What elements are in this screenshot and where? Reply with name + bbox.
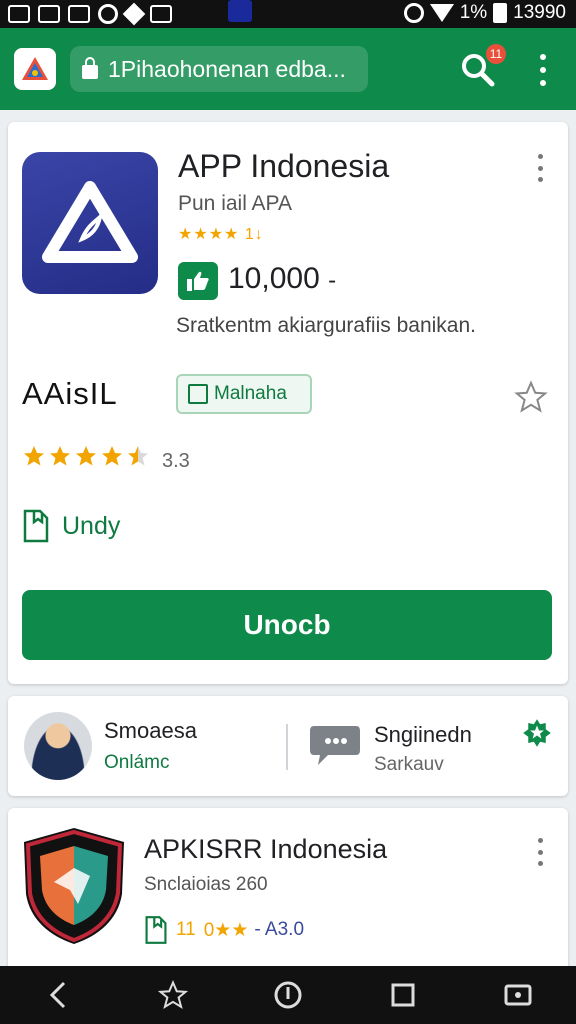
verified-badge-icon — [522, 718, 552, 753]
notification-badge: 11 — [486, 44, 506, 64]
notification-icon — [68, 5, 90, 23]
wishlist-button[interactable] — [514, 380, 548, 419]
back-icon — [49, 981, 65, 1009]
star-icon — [24, 446, 44, 466]
screen-button[interactable] — [498, 975, 538, 1015]
creator-name: Smoaesa — [104, 718, 197, 743]
app-menu-icon[interactable] — [534, 838, 546, 866]
notification-icons — [8, 2, 172, 26]
star-icon — [76, 446, 96, 466]
status-bar: 1% 13990 — [0, 0, 576, 28]
app-menu-icon[interactable] — [534, 154, 546, 182]
recents-icon — [391, 983, 415, 1007]
navigation-bar — [0, 966, 576, 1024]
mini-rating: ★★★★ 1↓ — [178, 226, 264, 243]
battery-percent: 1% — [459, 2, 488, 23]
star-outline-icon — [514, 380, 548, 413]
section-label: AAisIL — [22, 376, 118, 411]
thumbs-up-icon — [178, 262, 218, 300]
divider — [286, 724, 288, 770]
chat-icon[interactable] — [308, 722, 362, 768]
app-icon[interactable] — [22, 152, 158, 294]
back-button[interactable] — [38, 975, 78, 1015]
creator-status[interactable]: Onlámc — [104, 752, 169, 774]
star-icon — [102, 446, 122, 466]
rating-value: 3.3 — [162, 450, 190, 472]
app-title: APKISRR Indonesia — [144, 834, 388, 864]
info-card: Smoaesa Onlámc Sngiinedn Sarkauv — [8, 696, 568, 796]
app-notification-icon — [228, 0, 252, 22]
stars: 0★★ — [203, 919, 249, 941]
notification-icon — [122, 2, 146, 26]
install-button[interactable]: Unocb — [22, 590, 552, 660]
app-description: Sratkentm akiargurafiis banikan. — [176, 314, 476, 337]
lock-icon — [82, 57, 98, 79]
star-icon — [50, 446, 70, 466]
document-icon — [145, 916, 167, 944]
browser-menu-icon[interactable] — [536, 54, 550, 86]
app-card: APP Indonesia Pun iail APA ★★★★ 1↓ 10,00… — [8, 122, 568, 684]
search-button[interactable]: 11 — [458, 44, 506, 90]
update-label: Undy — [62, 511, 121, 540]
clock: 13990 — [513, 2, 566, 23]
rating-stars — [22, 444, 150, 468]
notification-icon — [98, 4, 118, 24]
address-bar[interactable]: 1Pihaohonenan edba... — [70, 46, 368, 92]
support-title: Sngiinedn — [374, 722, 472, 747]
developer-name[interactable]: Pun iail APA — [178, 192, 292, 216]
sparkle-icon — [157, 980, 188, 1010]
home-button[interactable] — [268, 975, 308, 1015]
browser-toolbar: 1Pihaohonenan edba... 11 — [0, 28, 576, 110]
document-icon — [23, 509, 49, 543]
alarm-icon — [403, 3, 424, 23]
app-meta: 11 0★★ - A3.0 — [144, 914, 304, 946]
app-subtitle: Snclaioias 260 — [144, 874, 268, 895]
update-link[interactable]: Undy — [22, 508, 120, 544]
support-subtitle[interactable]: Sarkauv — [374, 754, 444, 776]
app-card-second: APKISRR Indonesia Snclaioias 260 11 0★★ … — [8, 808, 568, 978]
url-text: 1Pihaohonenan edba... — [108, 55, 346, 82]
wifi-icon — [429, 4, 454, 22]
category-chip[interactable]: Malnaha — [176, 374, 312, 414]
download-suffix: - — [328, 267, 337, 294]
chip-label: Malnaha — [214, 383, 287, 404]
shield-icon[interactable] — [18, 824, 130, 948]
app-title: APP Indonesia — [178, 148, 390, 184]
notification-icon — [8, 5, 30, 23]
avatar[interactable] — [24, 712, 92, 780]
download-count: 10,000 - — [228, 262, 337, 295]
battery-icon — [493, 3, 508, 23]
screen-icon — [504, 984, 532, 1006]
square-icon — [188, 384, 208, 404]
notification-icon — [150, 5, 172, 23]
assistant-button[interactable] — [153, 975, 193, 1015]
notification-icon — [38, 5, 60, 23]
rating: - A3.0 — [254, 919, 305, 940]
home-icon — [274, 981, 302, 1009]
site-logo-icon[interactable] — [14, 48, 56, 90]
star-half-icon — [128, 446, 148, 466]
count: 11 — [176, 919, 196, 940]
recents-button[interactable] — [383, 975, 423, 1015]
